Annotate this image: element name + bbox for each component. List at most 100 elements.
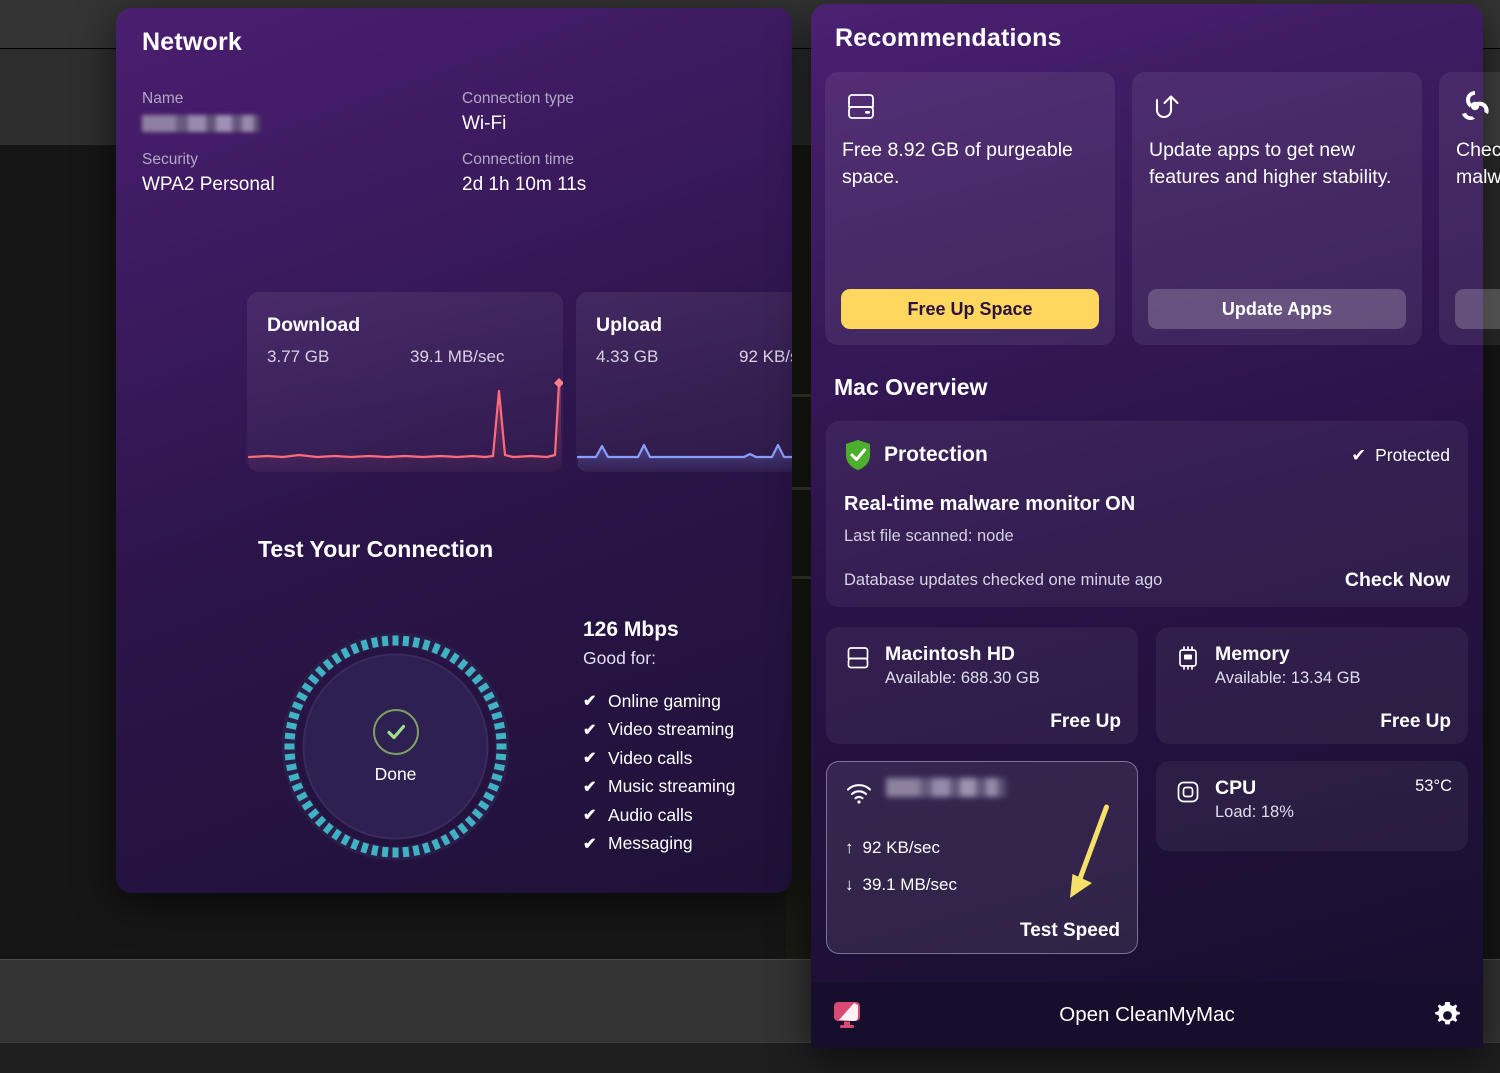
run-scan-button[interactable]: Run Scan — [1455, 289, 1500, 329]
stat-card-memory[interactable]: Memory Available: 13.34 GB Free Up — [1156, 627, 1468, 744]
protection-footer: Database updates checked one minute ago … — [844, 569, 1450, 592]
network-field-security-label: Security — [142, 151, 198, 168]
good-for-item-label: Online gaming — [608, 690, 721, 711]
cpu-temperature: 53°C — [1415, 777, 1452, 795]
good-for-label: Good for: — [583, 648, 656, 668]
check-icon: ✔ — [583, 721, 597, 739]
protection-status-label: Protected — [1375, 444, 1450, 465]
stat-card-memory-header: Memory Available: 13.34 GB — [1173, 643, 1452, 688]
recommendation-text-malware: Check for viruses and malware. — [1456, 139, 1500, 188]
wifi-upload-value: 92 KB/sec — [862, 838, 941, 857]
check-icon: ✔ — [583, 807, 597, 825]
stat-card-hd-text: Macintosh HD Available: 688.30 GB — [885, 643, 1040, 688]
protection-monitor-line: Real-time malware monitor ON — [844, 493, 1136, 515]
good-for-list: ✔ Online gaming ✔ Video streaming ✔ Video cal… — [583, 687, 792, 858]
good-for-item: ✔ Music streaming — [583, 773, 792, 802]
free-up-space-button[interactable]: Free Up Space — [841, 289, 1099, 329]
speed-result-block: 126 Mbps Good for: ✔ Online gaming ✔ Video … — [583, 618, 792, 858]
network-field-name-label: Name — [142, 90, 184, 107]
gear-icon[interactable] — [1434, 1001, 1461, 1029]
upload-card-title: Upload — [596, 314, 663, 336]
download-total: 3.77 GB — [267, 347, 330, 366]
good-for-item-label: Music streaming — [608, 776, 736, 797]
recommendation-text-purgeable: Free 8.92 GB of purgeable space. — [842, 139, 1073, 188]
protected-check-icon: ✔ — [1351, 444, 1367, 465]
network-details-grid: Name Connection type Wi-Fi Security WPA2… — [142, 90, 762, 196]
stat-card-hd-header: Macintosh HD Available: 688.30 GB — [843, 643, 1122, 688]
download-card-title: Download — [267, 314, 361, 336]
network-field-name: Name — [142, 90, 462, 135]
upload-rate: 92 KB/sec — [739, 347, 792, 366]
protection-db-note: Database updates checked one minute ago — [844, 571, 1163, 589]
good-for-item-label: Video calls — [608, 747, 693, 768]
protection-status: ✔ Protected — [1351, 445, 1450, 466]
stat-card-hd-sub: Available: 688.30 GB — [885, 669, 1040, 687]
gauge-status-label: Done — [374, 763, 417, 784]
update-apps-button[interactable]: Update Apps — [1148, 289, 1406, 329]
open-cleanmymac-button[interactable]: Open CleanMyMac — [811, 1003, 1483, 1027]
cleanmymac-logo-icon — [831, 1000, 863, 1030]
stat-card-cpu-name: CPU — [1215, 777, 1257, 799]
recommendation-card-updates[interactable]: Update apps to get new features and high… — [1132, 72, 1422, 345]
network-field-conntype: Connection type Wi-Fi — [462, 90, 762, 135]
speed-test-gauge[interactable]: Done — [279, 630, 512, 863]
recommendation-card-purgeable[interactable]: Free 8.92 GB of purgeable space. Free Up… — [825, 72, 1115, 345]
redacted-wifi-ssid — [886, 778, 1006, 797]
upload-card-values: 4.33 GB 92 KB/sec — [596, 347, 792, 367]
redacted-ssid — [142, 115, 260, 133]
stat-card-cpu-header: CPU Load: 18% 53°C — [1173, 777, 1452, 822]
speed-value: 126 Mbps — [583, 618, 679, 641]
network-field-conntime-value: 2d 1h 10m 11s — [462, 174, 587, 195]
stat-card-cpu-text: CPU Load: 18% — [1215, 777, 1294, 822]
download-card: Download 3.77 GB 39.1 MB/sec — [247, 292, 563, 472]
stat-card-wifi[interactable]: ↑ 92 KB/sec ↓ 39.1 MB/sec Test Speed — [826, 761, 1138, 954]
stat-card-wifi-header — [844, 778, 1121, 808]
check-icon: ✔ — [583, 693, 597, 711]
protection-header: Protection ✔ Protected — [844, 439, 1450, 471]
recommendations-title: Recommendations — [835, 24, 1062, 52]
network-field-conntype-value: Wi-Fi — [462, 113, 507, 134]
stat-card-cpu[interactable]: CPU Load: 18% 53°C — [1156, 761, 1468, 851]
memory-free-up-button[interactable]: Free Up — [1380, 711, 1451, 733]
good-for-item: ✔ Audio calls — [583, 801, 792, 830]
network-field-name-value — [142, 113, 462, 135]
hard-drive-icon — [843, 643, 873, 673]
memory-chip-icon — [1173, 643, 1203, 673]
good-for-item-label: Video streaming — [608, 719, 735, 740]
network-panel: Network Name Connection type Wi-Fi Secur… — [116, 8, 792, 893]
wifi-upload-rate: ↑ 92 KB/sec — [845, 838, 940, 858]
network-field-security-value: WPA2 Personal — [142, 174, 275, 195]
recommendations-row[interactable]: Free 8.92 GB of purgeable space. Free Up… — [825, 72, 1500, 345]
test-speed-button[interactable]: Test Speed — [1020, 920, 1120, 942]
check-glyph-icon — [386, 724, 405, 739]
check-icon: ✔ — [583, 778, 597, 796]
recommendation-text-updates: Update apps to get new features and high… — [1149, 139, 1392, 188]
mac-overview-title: Mac Overview — [834, 374, 988, 400]
stat-card-hd-name: Macintosh HD — [885, 643, 1016, 665]
good-for-item: ✔ Messaging — [583, 830, 792, 859]
arrow-up-icon: ↑ — [845, 838, 854, 857]
cleanmymac-footer-bar: Open CleanMyMac — [811, 982, 1483, 1048]
wifi-icon — [844, 778, 874, 808]
check-now-button[interactable]: Check Now — [1345, 569, 1450, 592]
upload-total: 4.33 GB — [596, 347, 659, 366]
network-field-security: Security WPA2 Personal — [142, 151, 462, 196]
stat-card-cpu-sub: Load: 18% — [1215, 803, 1294, 821]
recommendation-card-malware[interactable]: Check for viruses and malware. Run Scan — [1439, 72, 1500, 345]
network-panel-title: Network — [142, 28, 243, 56]
download-sparkline — [247, 378, 563, 472]
hd-free-up-button[interactable]: Free Up — [1050, 711, 1121, 733]
download-rate: 39.1 MB/sec — [410, 347, 505, 366]
download-card-values: 3.77 GB 39.1 MB/sec — [267, 347, 543, 367]
stat-card-macintosh-hd[interactable]: Macintosh HD Available: 688.30 GB Free U… — [826, 627, 1138, 744]
gauge-center-content: Done — [279, 630, 512, 863]
shield-check-icon — [844, 439, 872, 471]
wifi-download-rate: ↓ 39.1 MB/sec — [845, 875, 957, 895]
good-for-item: ✔ Video calls — [583, 744, 792, 773]
network-field-conntime: Connection time 2d 1h 10m 11s — [462, 151, 762, 196]
good-for-item: ✔ Online gaming — [583, 687, 792, 716]
good-for-item-label: Messaging — [608, 833, 693, 854]
biohazard-icon — [1455, 87, 1495, 127]
stat-card-memory-text: Memory Available: 13.34 GB — [1215, 643, 1361, 688]
arrow-down-icon: ↓ — [845, 875, 854, 894]
